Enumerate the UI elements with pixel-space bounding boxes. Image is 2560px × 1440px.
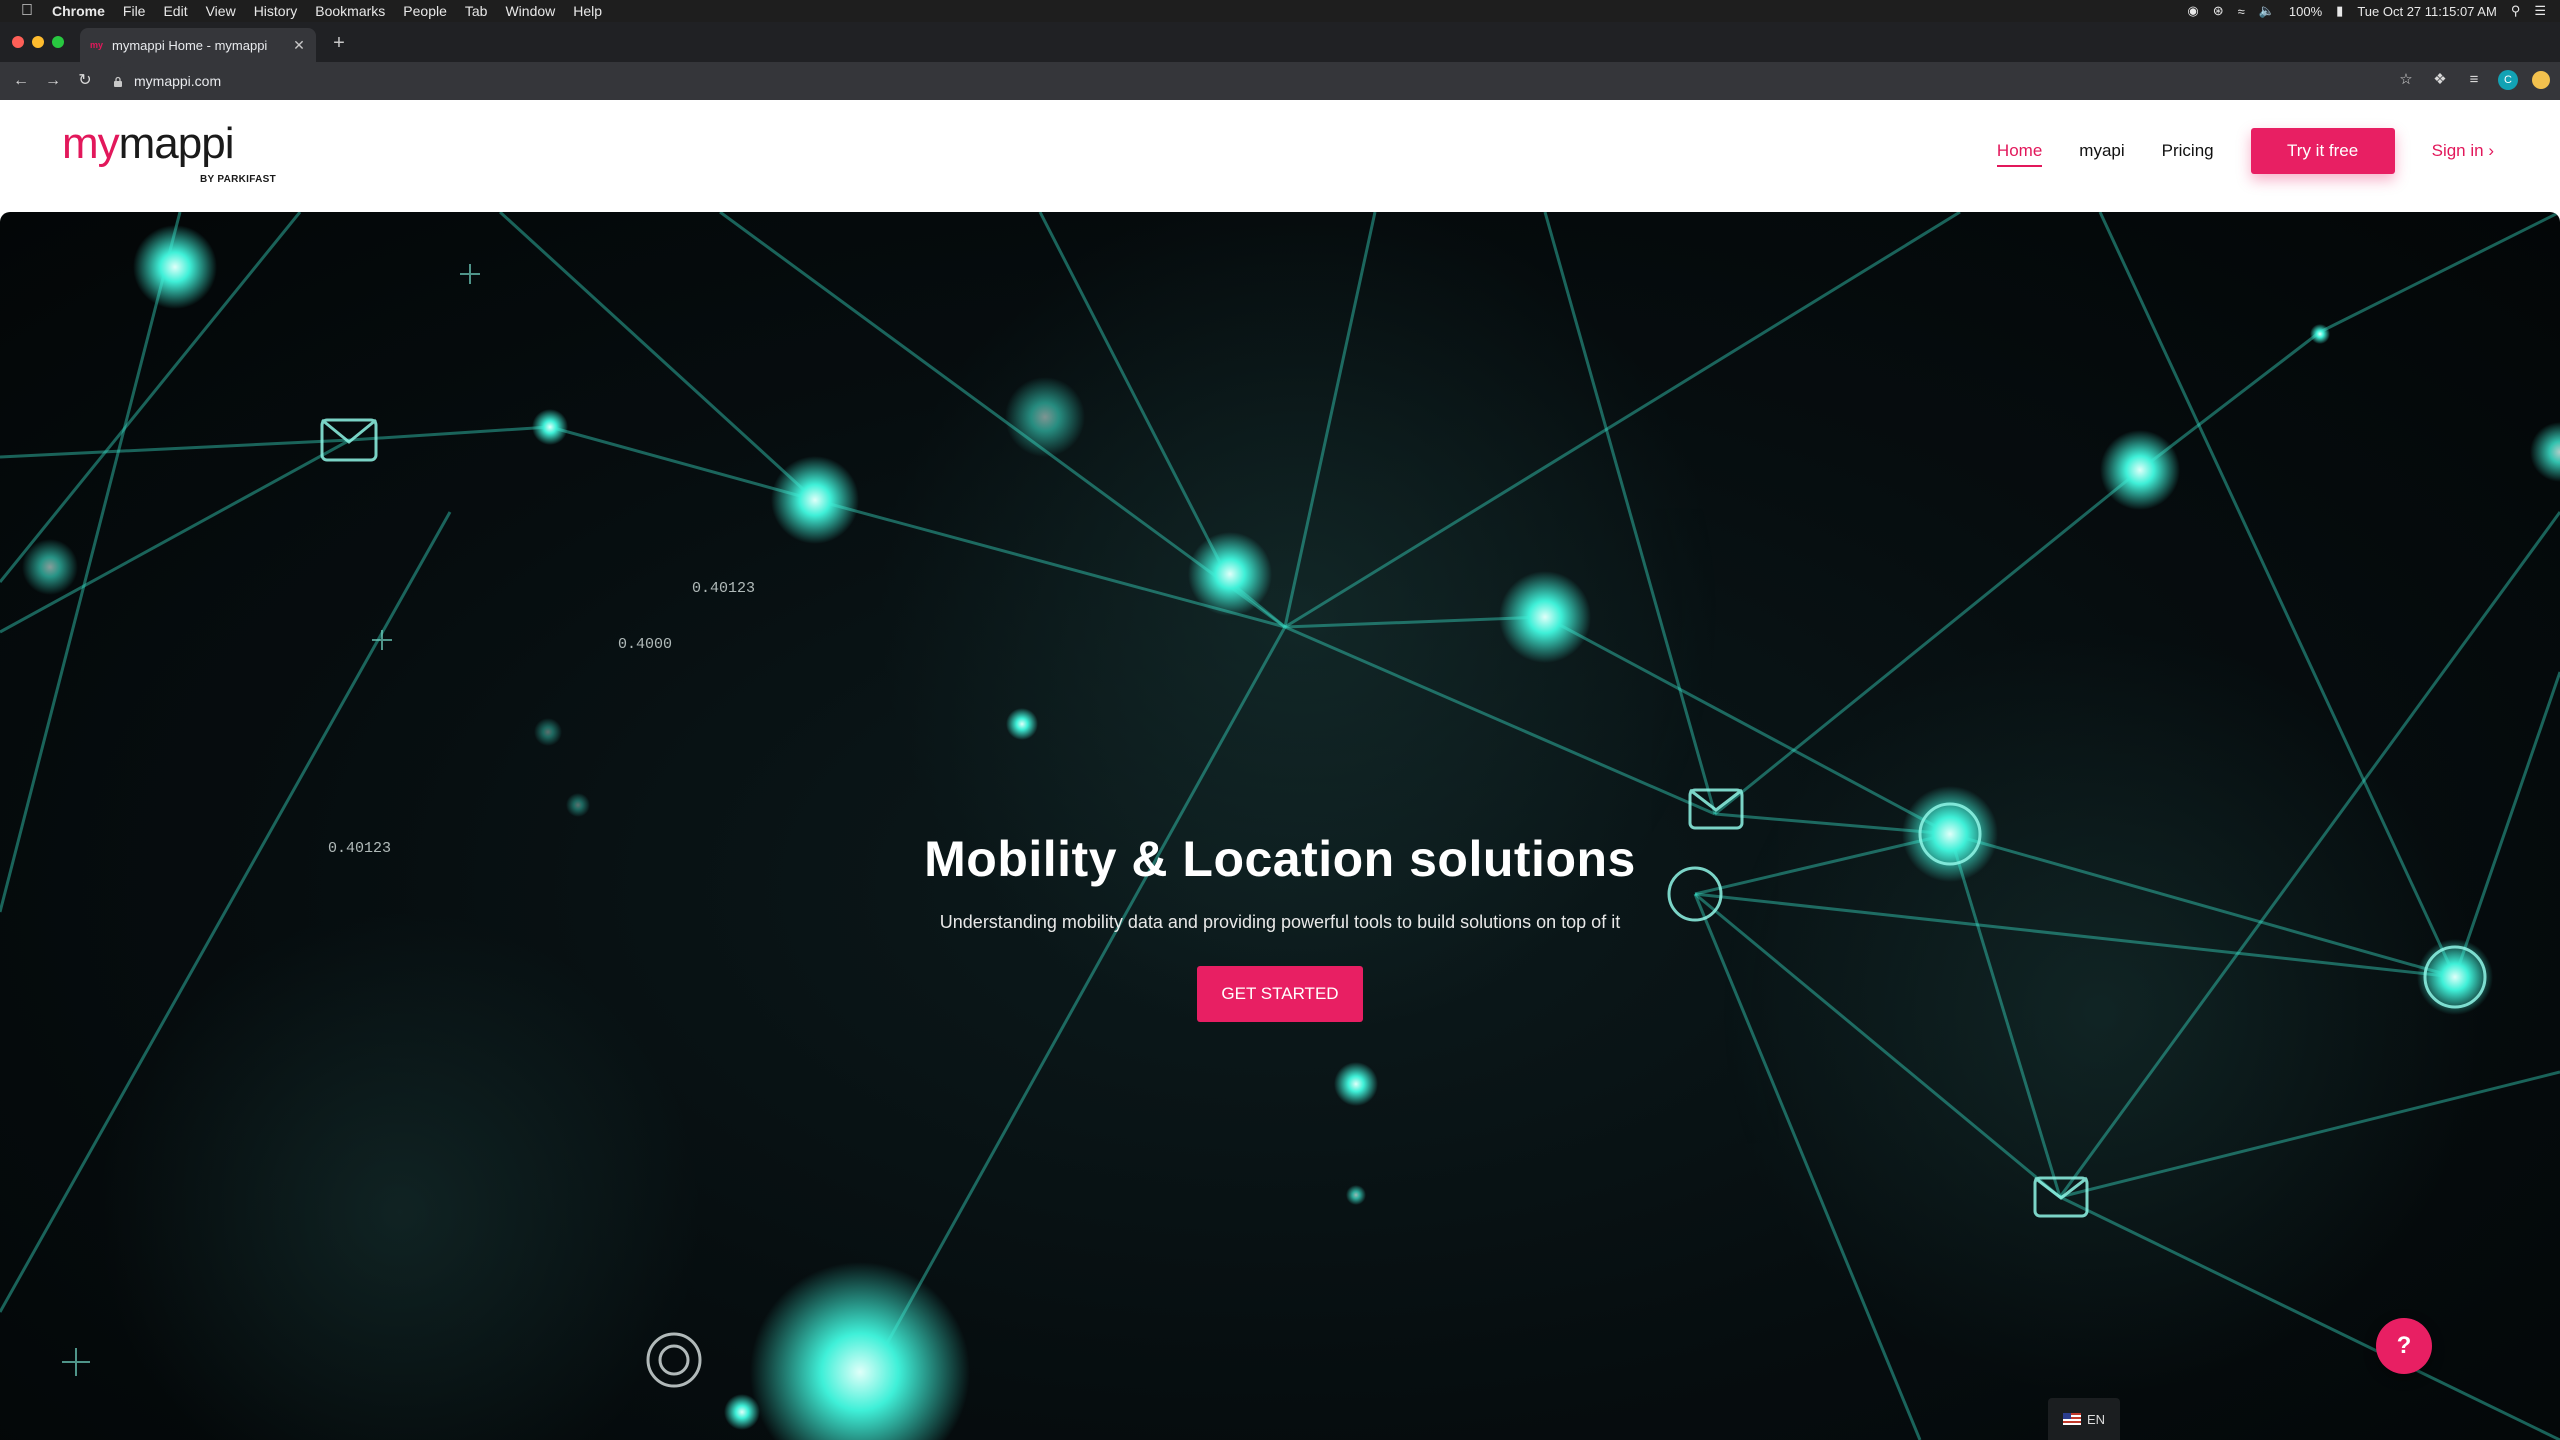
reading-list-icon[interactable]: ≡ bbox=[2464, 70, 2484, 90]
network-background: 0.40123 0.4000 0.40123 bbox=[0, 212, 2560, 1440]
new-tab-button[interactable]: + bbox=[328, 32, 350, 54]
battery-icon[interactable]: ▮ bbox=[2336, 3, 2343, 19]
menu-help[interactable]: Help bbox=[573, 3, 602, 19]
browser-tab-strip: my mymappi Home - mymappi ✕ + bbox=[0, 22, 2560, 62]
wifi-icon[interactable]: ≈ bbox=[2238, 4, 2245, 19]
chevron-right-icon: › bbox=[2488, 141, 2494, 160]
screen-share-icon[interactable]: ◉ bbox=[2187, 3, 2198, 19]
window-close-button[interactable] bbox=[12, 36, 24, 48]
menu-file[interactable]: File bbox=[123, 3, 146, 19]
floating-label-1: 0.40123 bbox=[692, 580, 755, 597]
mymappi-logo[interactable]: mymappi BY PARKIFAST bbox=[62, 122, 282, 186]
us-flag-icon bbox=[2062, 1413, 2081, 1425]
hero-title: Mobility & Location solutions bbox=[924, 831, 1636, 887]
toolbar-actions: ☆ ❖ ≡ C bbox=[2396, 70, 2550, 90]
forward-arrow-icon[interactable]: → bbox=[42, 70, 64, 92]
browser-toolbar: ← → ↻ mymappi.com ☆ ❖ ≡ C bbox=[0, 62, 2560, 100]
control-center-icon[interactable]: ☰ bbox=[2534, 3, 2546, 19]
sign-in-label: Sign in bbox=[2431, 141, 2484, 160]
menu-people[interactable]: People bbox=[403, 3, 447, 19]
bookmark-star-icon[interactable]: ☆ bbox=[2396, 70, 2416, 90]
menu-tab[interactable]: Tab bbox=[465, 3, 488, 19]
menu-window[interactable]: Window bbox=[505, 3, 555, 19]
macos-menu-bar:  Chrome File Edit View History Bookmark… bbox=[0, 0, 2560, 22]
hero-subtitle: Understanding mobility data and providin… bbox=[939, 912, 1621, 932]
window-minimize-button[interactable] bbox=[32, 36, 44, 48]
web-page: mymappi BY PARKIFAST Home myapi Pricing … bbox=[0, 100, 2560, 1440]
logo-byline: BY PARKIFAST bbox=[199, 174, 276, 185]
site-header: mymappi BY PARKIFAST Home myapi Pricing … bbox=[0, 100, 2560, 212]
profile-avatar[interactable]: C bbox=[2498, 70, 2518, 90]
lock-icon[interactable] bbox=[112, 75, 124, 87]
tab-title: mymappi Home - mymappi bbox=[112, 37, 268, 53]
language-label: EN bbox=[2086, 1411, 2106, 1427]
browser-tab-active[interactable]: my mymappi Home - mymappi ✕ bbox=[80, 28, 316, 62]
help-button[interactable]: ? bbox=[2376, 1318, 2432, 1374]
language-switcher[interactable]: EN bbox=[2048, 1398, 2120, 1440]
logo-mappi: mappi bbox=[118, 119, 235, 168]
battery-percent: 100% bbox=[2288, 3, 2323, 19]
menu-edit[interactable]: Edit bbox=[163, 3, 187, 19]
bluetooth-icon[interactable]: ⊛ bbox=[2213, 3, 2224, 19]
nav-pricing[interactable]: Pricing bbox=[2162, 141, 2214, 161]
reload-icon[interactable]: ↻ bbox=[74, 70, 96, 92]
window-zoom-button[interactable] bbox=[52, 36, 64, 48]
url-text[interactable]: mymappi.com bbox=[134, 73, 221, 89]
spotlight-search-icon[interactable]: ⚲ bbox=[2511, 3, 2521, 19]
logo-my: my bbox=[62, 119, 120, 168]
sign-in-link[interactable]: Sign in › bbox=[2432, 141, 2494, 161]
extensions-puzzle-icon[interactable]: ❖ bbox=[2430, 70, 2450, 90]
tab-favicon: my bbox=[90, 40, 104, 50]
volume-icon[interactable]: 🔈 bbox=[2259, 3, 2275, 19]
extension-avatar[interactable] bbox=[2532, 71, 2550, 89]
floating-label-2: 0.4000 bbox=[618, 636, 672, 653]
nav-myapi[interactable]: myapi bbox=[2079, 141, 2124, 161]
tab-close-icon[interactable]: ✕ bbox=[292, 37, 306, 54]
menubar-status-area: ◉ ⊛ ≈ 🔈 100% ▮ Tue Oct 27 11:15:07 AM ⚲ … bbox=[2187, 0, 2546, 22]
address-bar[interactable]: mymappi.com bbox=[112, 66, 2412, 96]
nav-home[interactable]: Home bbox=[1996, 141, 2043, 167]
help-question-icon: ? bbox=[2396, 1332, 2412, 1359]
menu-view[interactable]: View bbox=[206, 3, 236, 19]
menu-history[interactable]: History bbox=[254, 3, 298, 19]
get-started-button[interactable]: GET STARTED bbox=[1197, 966, 1363, 1022]
menu-app-chrome[interactable]: Chrome bbox=[52, 3, 105, 19]
datetime[interactable]: Tue Oct 27 11:15:07 AM bbox=[2357, 4, 2496, 19]
hero-section: 0.40123 0.4000 0.40123 Mobility & Locati… bbox=[0, 212, 2560, 1440]
back-arrow-icon[interactable]: ← bbox=[10, 70, 32, 92]
main-nav: Home myapi Pricing Try it free Sign in › bbox=[1960, 128, 2494, 174]
apple-menu-icon[interactable]:  bbox=[18, 2, 36, 20]
menu-bookmarks[interactable]: Bookmarks bbox=[315, 3, 385, 19]
try-it-free-button[interactable]: Try it free bbox=[2250, 128, 2395, 174]
